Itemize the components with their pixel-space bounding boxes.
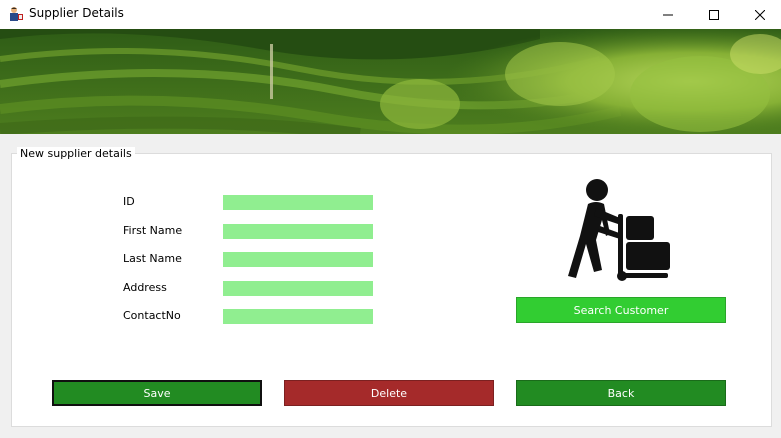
contact-no-label: ContactNo <box>123 309 181 322</box>
title-bar: Supplier Details <box>0 0 781 29</box>
person-app-icon <box>8 6 24 22</box>
last-name-label: Last Name <box>123 252 182 265</box>
maximize-button[interactable] <box>691 0 737 29</box>
search-customer-button[interactable]: Search Customer <box>516 297 726 323</box>
tea-plantation-banner <box>0 29 781 134</box>
first-name-label: First Name <box>123 224 183 237</box>
close-button[interactable] <box>737 0 781 29</box>
minimize-button[interactable] <box>645 0 691 29</box>
contact-no-field[interactable] <box>223 309 373 324</box>
id-field[interactable] <box>223 195 373 210</box>
id-label: ID <box>123 195 135 208</box>
first-name-field[interactable] <box>223 224 373 239</box>
back-button[interactable]: Back <box>516 380 726 406</box>
group-title: New supplier details <box>17 147 135 160</box>
maximize-icon <box>709 9 719 20</box>
save-button[interactable]: Save <box>52 380 262 406</box>
last-name-field[interactable] <box>223 252 373 267</box>
window-title: Supplier Details <box>29 6 124 20</box>
address-field[interactable] <box>223 281 373 296</box>
address-label: Address <box>123 281 167 294</box>
delete-button[interactable]: Delete <box>284 380 494 406</box>
delivery-person-with-hand-truck-icon <box>566 178 672 282</box>
minimize-icon <box>663 14 673 15</box>
close-icon <box>755 9 765 20</box>
